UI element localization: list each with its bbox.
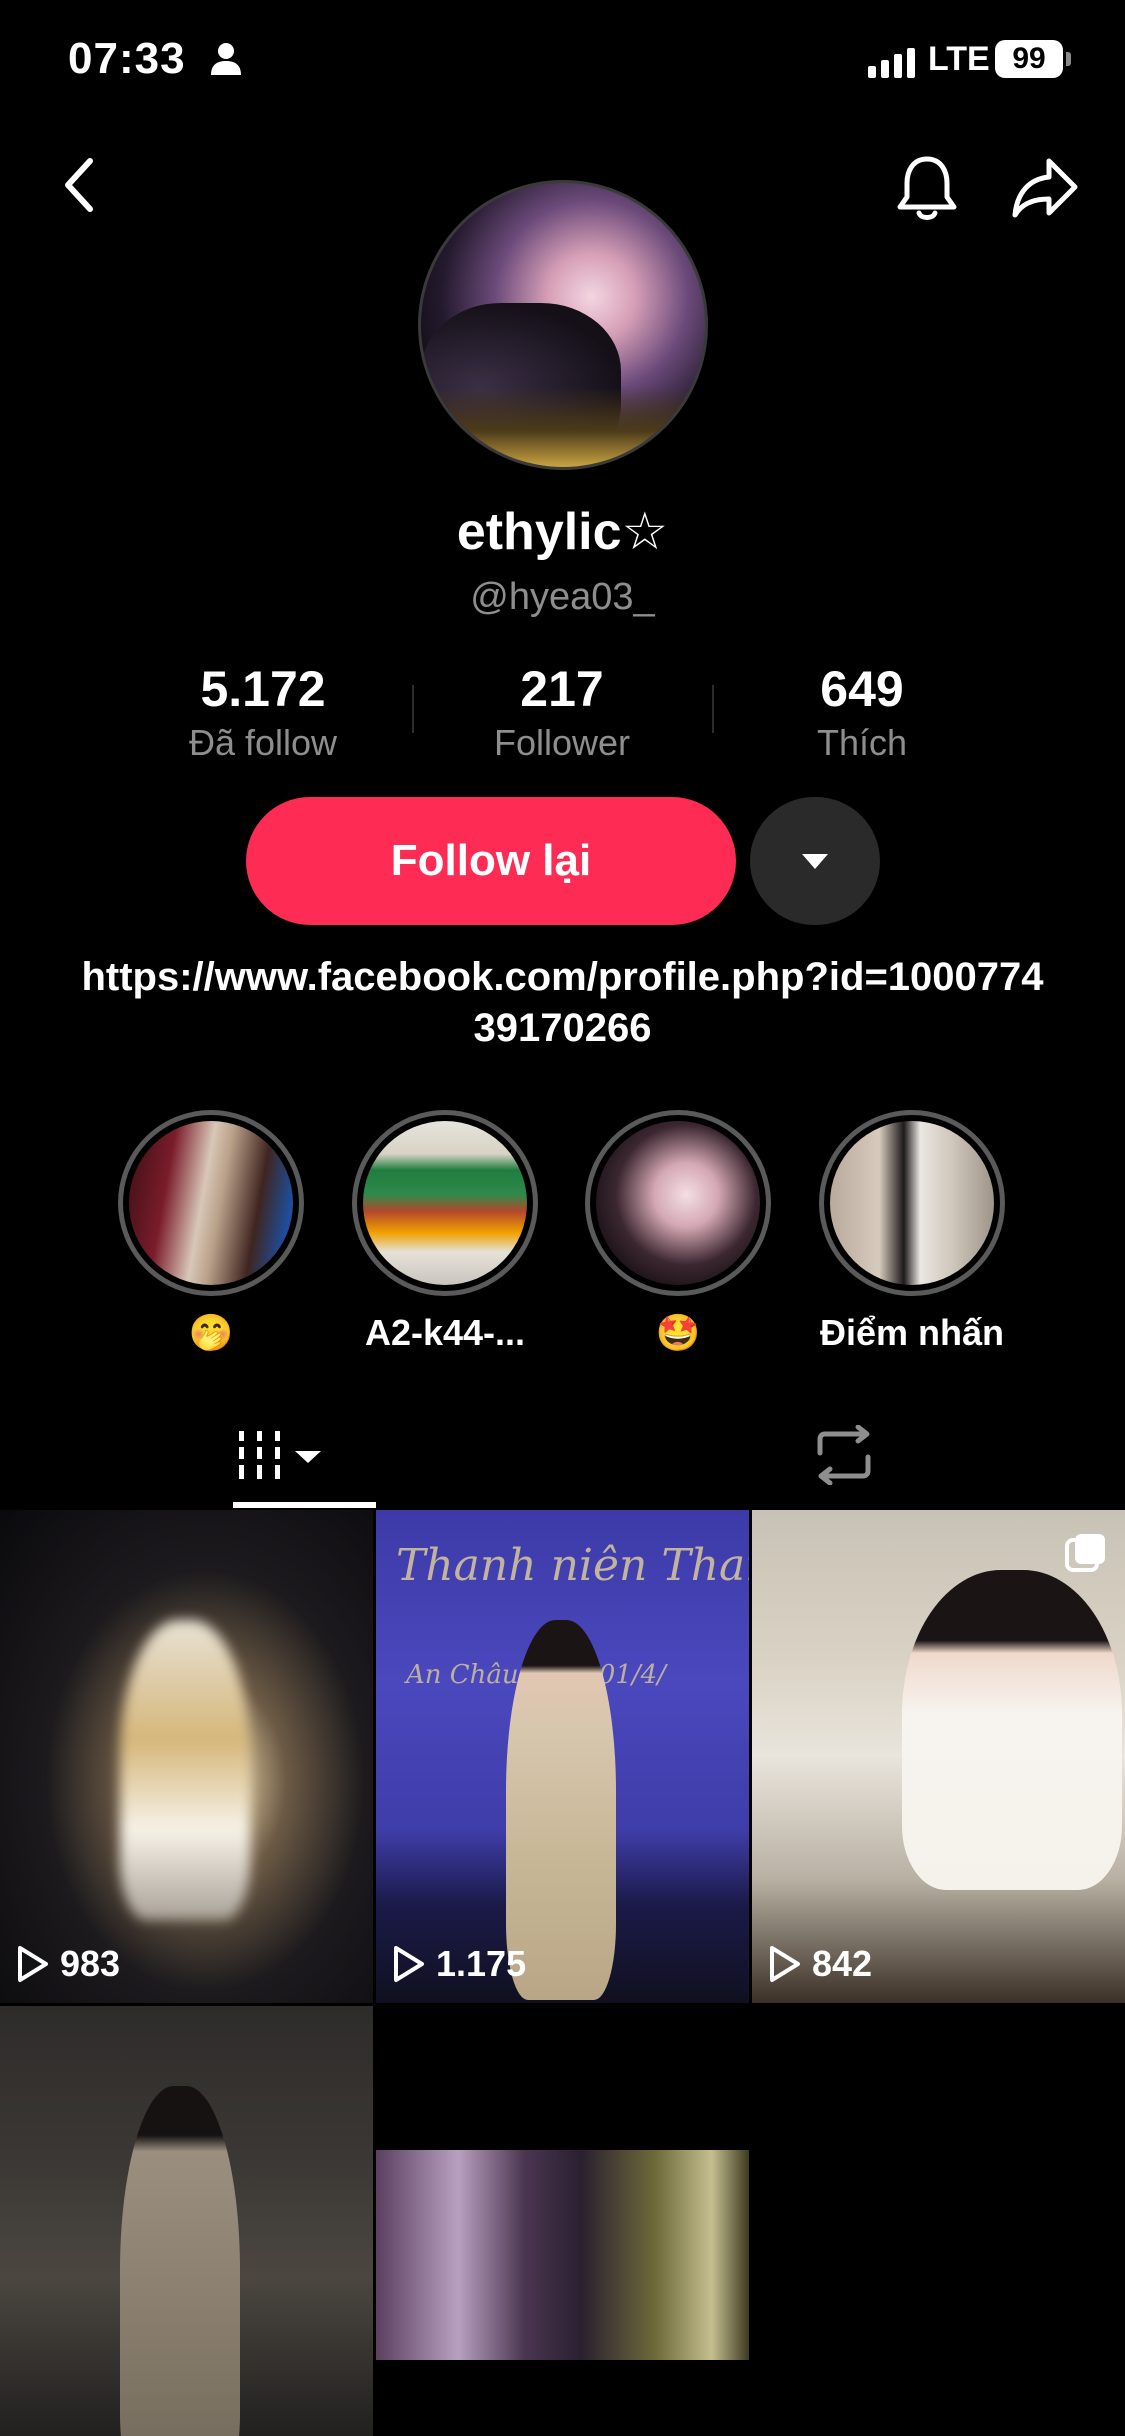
highlight-item[interactable]: Điểm nhấn [812,1110,1012,1354]
bell-icon [897,156,957,220]
tab-videos[interactable] [0,1400,562,1510]
thumbnail-figure [120,1620,250,1920]
stat-following[interactable]: 5.172 Đã follow [133,660,393,764]
following-label: Đã follow [188,722,338,763]
highlight-item[interactable]: 🤭 [111,1110,311,1354]
stat-likes[interactable]: 649 Thích [732,660,992,764]
bio-link[interactable]: https://www.facebook.com/profile.php?id=… [80,952,1045,1054]
highlight-label: Điểm nhấn [819,1312,1005,1353]
highlight-label: A2-k44-... [364,1312,526,1353]
video-thumbnail[interactable] [0,2006,373,2436]
view-count: 842 [768,1943,872,1985]
video-thumbnail[interactable]: 842 [752,1510,1125,2003]
active-tab-indicator [233,1502,376,1508]
back-button[interactable] [48,150,108,220]
thumbnail-overlay-text: Thanh niên Than [396,1540,749,1591]
stat-divider [712,685,714,733]
stat-divider [412,685,414,733]
likes-label: Thích [816,722,908,763]
thumbnail-figure [902,1570,1122,1890]
notification-button[interactable] [890,150,964,226]
play-icon [18,1946,48,1982]
tab-reposts[interactable] [563,1400,1125,1510]
photo-carousel-icon [1065,1534,1105,1572]
view-count: 983 [16,1943,120,1985]
grid-bars-icon [239,1431,321,1479]
battery-level: 99 [995,40,1063,78]
battery-tip [1066,52,1071,66]
username: @hyea03_ [470,576,655,618]
share-arrow-icon [1012,158,1078,218]
stat-followers[interactable]: 217 Follower [432,660,692,764]
highlight-ring [585,1110,771,1296]
video-thumbnail[interactable] [376,2006,749,2436]
video-thumbnail[interactable]: 983 [0,1510,373,2003]
share-button[interactable] [1005,150,1085,224]
suggested-accounts-button[interactable] [750,797,880,925]
highlight-label: 🤭 [188,1312,234,1353]
highlight-ring [352,1110,538,1296]
highlight-thumbnail [596,1121,760,1285]
view-count: 1.175 [392,1943,526,1985]
highlight-thumbnail [129,1121,293,1285]
thumbnail-figure [120,2086,240,2436]
signal-icon [868,48,915,78]
thumbnail-image [376,2150,749,2360]
display-name: ethylic☆ [456,503,669,561]
view-count-value: 1.175 [436,1943,527,1984]
network-type: LTE [928,40,990,78]
followers-label: Follower [493,722,631,763]
avatar-photo-glow [421,387,705,467]
status-bar: 07:33 LTE 99 [0,0,1125,120]
highlight-label: 🤩 [655,1312,701,1353]
followers-count: 217 [520,661,604,717]
following-count: 5.172 [200,661,326,717]
status-time: 07:33 [68,34,186,83]
highlight-ring [819,1110,1005,1296]
person-icon [211,43,241,75]
play-icon [770,1946,800,1982]
chevron-left-icon [65,158,93,212]
profile-avatar[interactable] [418,180,708,470]
highlight-item[interactable]: 🤩 [578,1110,778,1354]
likes-count: 649 [820,661,904,717]
follow-back-button[interactable]: Follow lại [246,797,736,925]
highlight-ring [118,1110,304,1296]
highlight-thumbnail [363,1121,527,1285]
video-thumbnail[interactable]: Thanh niên Than An Châu ngày 01/4/ 1.175 [376,1510,749,2003]
repost-icon [817,1425,871,1485]
view-count-value: 842 [812,1943,873,1984]
highlight-thumbnail [830,1121,994,1285]
view-count-value: 983 [60,1943,121,1984]
caret-down-icon [802,854,828,869]
play-icon [394,1946,424,1982]
highlight-item[interactable]: A2-k44-... [345,1110,545,1354]
